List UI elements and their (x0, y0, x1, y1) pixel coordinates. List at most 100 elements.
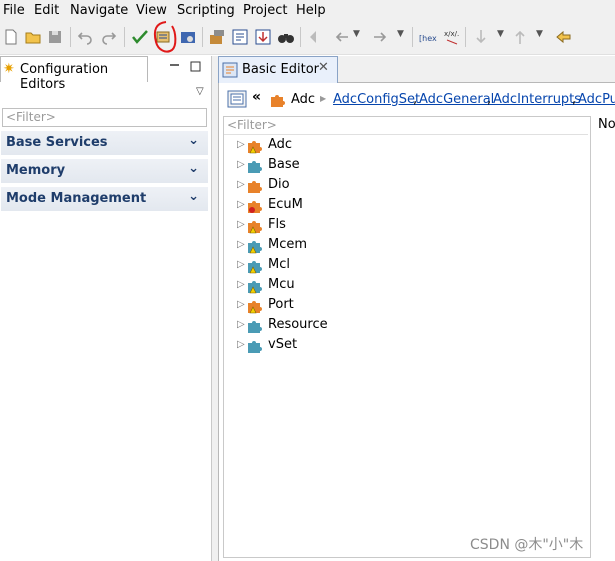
up-icon[interactable] (511, 28, 529, 46)
xml-icon[interactable]: x/x/. (443, 28, 461, 46)
expand-arrow-icon[interactable]: ▷ (237, 159, 245, 170)
section-label: Base Services (6, 135, 108, 150)
expand-chevron-icon[interactable]: ⌄ (188, 189, 199, 204)
properties-icon[interactable] (231, 28, 249, 46)
tree-item-label: Dio (268, 177, 290, 192)
section-label: Mode Management (6, 191, 147, 206)
chevron-down-icon[interactable]: ▼ (397, 29, 404, 39)
menu-file[interactable]: File (3, 3, 25, 18)
tree-item-label: Fls (268, 217, 286, 232)
editor-tab-label: Basic Editor (242, 62, 320, 77)
tree-item[interactable]: ▷ Mcem (237, 236, 577, 256)
settings-icon[interactable] (179, 28, 197, 46)
menu-view[interactable]: View (136, 3, 167, 18)
section-memory[interactable]: Memory ⌄ (1, 159, 208, 183)
puzzle-icon (248, 301, 262, 314)
menu-help[interactable]: Help (296, 3, 326, 18)
close-icon[interactable]: ✕ (318, 60, 329, 75)
back-icon[interactable] (307, 28, 325, 46)
puzzle-icon (248, 261, 262, 274)
expand-chevron-icon[interactable]: ⌄ (188, 161, 199, 176)
puzzle-icon (248, 241, 262, 254)
breadcrumb-link-adcinterrupts[interactable]: AdcInterrupts (493, 92, 581, 107)
puzzle-icon (248, 221, 262, 234)
redo-icon[interactable] (100, 28, 118, 46)
expand-arrow-icon[interactable]: ▷ (237, 179, 245, 190)
expand-arrow-icon[interactable]: ▷ (237, 139, 245, 150)
tab-configuration-editors[interactable]: ✷ Configuration Editors (0, 56, 148, 92)
breadcrumb-link-adcpu[interactable]: AdcPu (578, 92, 615, 107)
left-filter-input[interactable]: <Filter> (2, 108, 207, 127)
tree-item-label: EcuM (268, 197, 303, 212)
left-tab-label: Configuration Editors (20, 62, 109, 92)
maximize-icon[interactable] (189, 60, 203, 74)
watermark: CSDN @木"小"木 (470, 537, 584, 553)
expand-chevron-icon[interactable]: ⌄ (188, 133, 199, 148)
puzzle-icon (248, 161, 262, 173)
tree-item[interactable]: ▷ Fls (237, 216, 577, 236)
puzzle-icon (248, 141, 262, 154)
star-icon: ✷ (3, 61, 15, 77)
expand-arrow-icon[interactable]: ▷ (237, 199, 245, 210)
link-icon[interactable] (555, 28, 573, 46)
puzzle-icon (248, 201, 262, 213)
save-icon[interactable] (46, 28, 64, 46)
open-icon[interactable] (24, 28, 42, 46)
red-circle-annotation (153, 21, 177, 53)
double-chevron-left-icon[interactable]: « (252, 89, 261, 105)
tree-item[interactable]: ▷ Port (237, 296, 577, 316)
down-icon[interactable] (472, 28, 490, 46)
build-icon[interactable] (208, 28, 226, 46)
menu-scripting[interactable]: Scripting (177, 3, 235, 18)
breadcrumb-link-adcgeneral[interactable]: AdcGeneral (419, 92, 494, 107)
menu-project[interactable]: Project (243, 3, 287, 18)
tree-item[interactable]: ▷ vSet (237, 336, 577, 356)
editor-icon (222, 62, 238, 78)
svg-text:x/x/.: x/x/. (444, 30, 459, 38)
chevron-down-icon[interactable]: ▼ (353, 29, 360, 39)
expand-arrow-icon[interactable]: ▷ (237, 279, 245, 290)
menu-bar: File Edit Navigate View Scripting Projec… (0, 0, 615, 22)
menu-navigate[interactable]: Navigate (70, 3, 128, 18)
expand-arrow-icon[interactable]: ▷ (237, 299, 245, 310)
undo-icon[interactable] (76, 28, 94, 46)
chevron-down-icon[interactable]: ▼ (497, 29, 504, 39)
tree-item[interactable]: ▷ Resource (237, 316, 577, 336)
new-icon[interactable] (2, 28, 20, 46)
chevron-down-icon[interactable]: ▼ (536, 29, 543, 39)
toolbar: ▼ ▼ [hex] x/x/. ▼ ▼ (0, 21, 615, 55)
tree-item-label: Adc (268, 137, 293, 152)
expand-arrow-icon[interactable]: ▷ (237, 259, 245, 270)
tree-item[interactable]: ▷ Base (237, 156, 577, 176)
breadcrumb-root[interactable]: Adc (291, 92, 315, 107)
validate-icon[interactable] (131, 28, 149, 46)
breadcrumb-home-icon[interactable] (227, 90, 247, 108)
tree-item[interactable]: ▷ Mcu (237, 276, 577, 296)
svg-text:[hex]: [hex] (419, 34, 437, 43)
find-icon[interactable] (277, 28, 295, 46)
tree-item[interactable]: ▷ Dio (237, 176, 577, 196)
breadcrumb-link-adcconfigset[interactable]: AdcConfigSet (333, 92, 420, 107)
hex-icon[interactable]: [hex] (419, 28, 437, 46)
menu-edit[interactable]: Edit (34, 3, 59, 18)
tree-item-label: vSet (268, 337, 298, 352)
tree-item[interactable]: ▷ EcuM (237, 196, 577, 216)
export-icon[interactable] (254, 28, 272, 46)
section-base-services[interactable]: Base Services ⌄ (1, 131, 208, 155)
puzzle-icon (248, 321, 262, 333)
nav-forward-icon[interactable] (371, 28, 389, 46)
puzzle-icon (248, 281, 262, 294)
expand-arrow-icon[interactable]: ▷ (237, 239, 245, 250)
tree-item[interactable]: ▷ Mcl (237, 256, 577, 276)
tree-filter-input[interactable]: <Filter> (224, 117, 588, 135)
expand-arrow-icon[interactable]: ▷ (237, 219, 245, 230)
tree-item-label: Mcu (268, 277, 295, 292)
expand-arrow-icon[interactable]: ▷ (237, 319, 245, 330)
view-menu-icon[interactable]: ▽ (196, 86, 204, 97)
expand-arrow-icon[interactable]: ▷ (237, 339, 245, 350)
minimize-icon[interactable] (168, 60, 182, 74)
tree-item[interactable]: ▷ Adc (237, 136, 577, 156)
tab-basic-editor[interactable]: Basic Editor ✕ (218, 56, 338, 83)
nav-back-icon[interactable] (333, 28, 351, 46)
section-mode-management[interactable]: Mode Management ⌄ (1, 187, 208, 211)
